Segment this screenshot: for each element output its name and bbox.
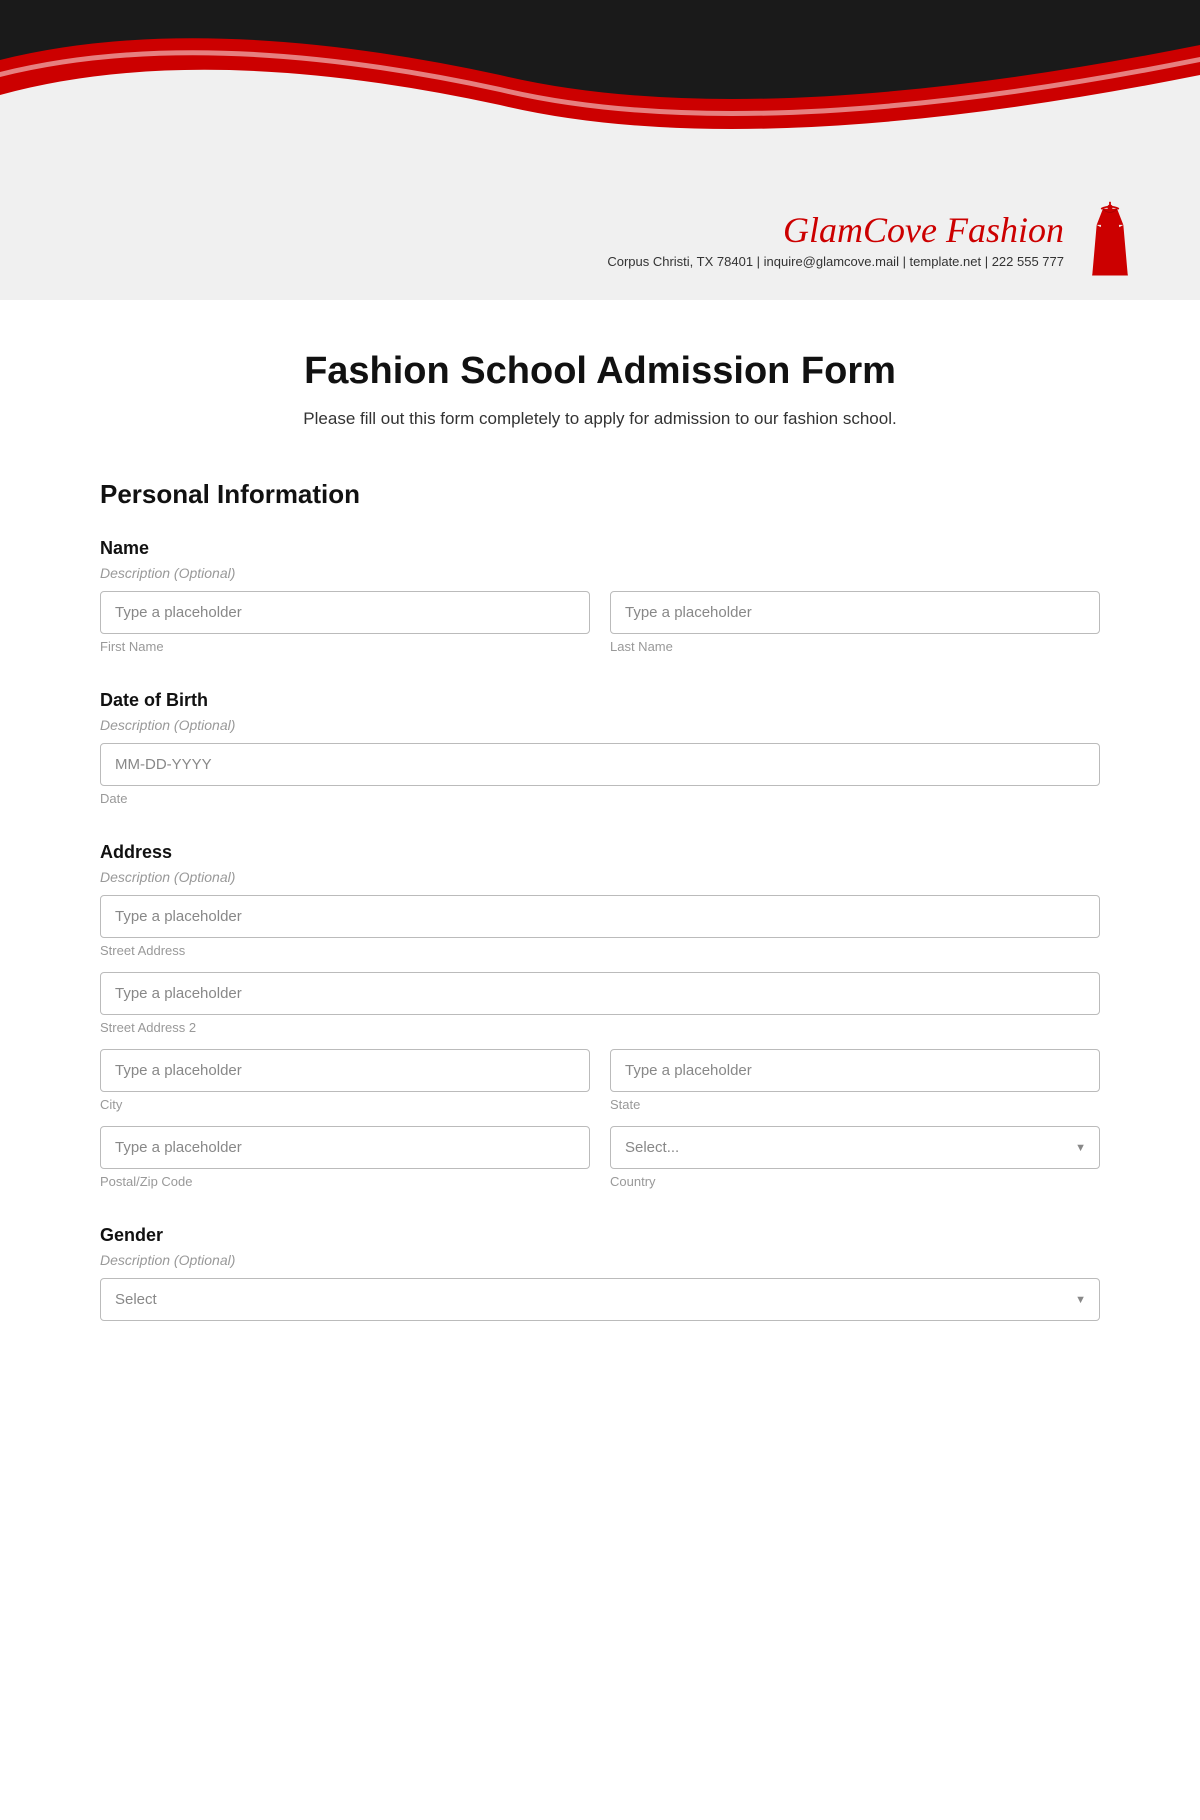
street-address-1-input[interactable] <box>100 895 1100 938</box>
address-label: Address <box>100 842 1100 863</box>
last-name-input[interactable] <box>610 591 1100 634</box>
name-label: Name <box>100 538 1100 559</box>
form-container: Fashion School Admission Form Please fil… <box>0 300 1200 1820</box>
first-name-input[interactable] <box>100 591 590 634</box>
first-name-sublabel: First Name <box>100 639 590 654</box>
section-personal-information: Personal Information <box>100 479 1100 510</box>
logo-area: GlamCove Fashion Corpus Christi, TX 7840… <box>0 180 1200 300</box>
gender-select[interactable]: Select Male Female Non-binary Prefer not… <box>100 1278 1100 1321</box>
form-subtitle: Please fill out this form completely to … <box>100 409 1100 429</box>
street-address-2-sublabel: Street Address 2 <box>100 1020 1100 1035</box>
date-sublabel: Date <box>100 791 1100 806</box>
header-banner <box>0 0 1200 180</box>
date-input[interactable] <box>100 743 1100 786</box>
street-address-2-input[interactable] <box>100 972 1100 1015</box>
city-sublabel: City <box>100 1097 590 1112</box>
country-sublabel: Country <box>610 1174 1100 1189</box>
city-input[interactable] <box>100 1049 590 1092</box>
dress-icon <box>1080 200 1140 280</box>
form-title: Fashion School Admission Form <box>100 350 1100 393</box>
state-input[interactable] <box>610 1049 1100 1092</box>
address-description: Description (Optional) <box>100 869 1100 885</box>
country-select[interactable]: Select... United States Canada United Ki… <box>610 1126 1100 1169</box>
zip-sublabel: Postal/Zip Code <box>100 1174 590 1189</box>
gender-description: Description (Optional) <box>100 1252 1100 1268</box>
field-group-address: Address Description (Optional) Street Ad… <box>100 842 1100 1189</box>
state-sublabel: State <box>610 1097 1100 1112</box>
dob-description: Description (Optional) <box>100 717 1100 733</box>
contact-info: Corpus Christi, TX 78401 | inquire@glamc… <box>607 254 1064 269</box>
field-group-gender: Gender Description (Optional) Select Mal… <box>100 1225 1100 1321</box>
field-group-name: Name Description (Optional) First Name L… <box>100 538 1100 654</box>
name-description: Description (Optional) <box>100 565 1100 581</box>
last-name-sublabel: Last Name <box>610 639 1100 654</box>
brand-name: GlamCove Fashion <box>607 211 1064 251</box>
zip-input[interactable] <box>100 1126 590 1169</box>
street-address-1-sublabel: Street Address <box>100 943 1100 958</box>
dob-label: Date of Birth <box>100 690 1100 711</box>
gender-label: Gender <box>100 1225 1100 1246</box>
field-group-dob: Date of Birth Description (Optional) Dat… <box>100 690 1100 806</box>
